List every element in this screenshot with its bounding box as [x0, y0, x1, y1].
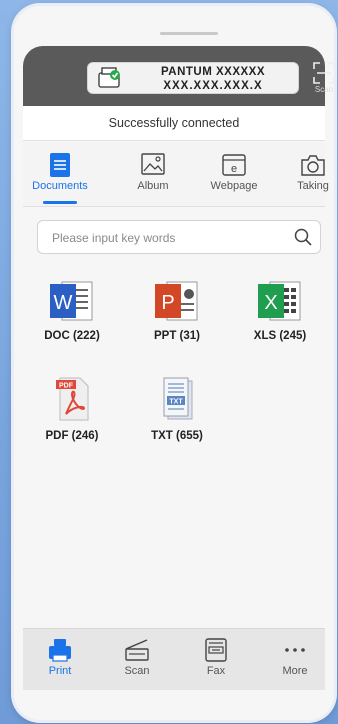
file-category-label: PDF (246) [45, 430, 99, 442]
image-icon [141, 153, 165, 175]
printer-selector[interactable]: PANTUM XXXXXX XXX.XXX.XXX.X [87, 62, 299, 94]
svg-text:P: P [161, 292, 174, 314]
file-category-label: DOC (222) [44, 330, 100, 342]
tab-webpage-label: Webpage [210, 180, 258, 192]
excel-icon: X [258, 281, 301, 321]
connection-status: Successfully connected [23, 106, 325, 141]
nav-more[interactable]: More [265, 637, 325, 677]
file-category-label: TXT (655) [151, 430, 203, 442]
word-doc-icon: W [50, 281, 93, 321]
svg-text:W: W [54, 292, 73, 314]
pdf-icon: PDF [56, 377, 89, 421]
search-box [37, 220, 321, 255]
printer-connected-icon [98, 67, 120, 88]
file-category-label: PPT (31) [153, 330, 200, 342]
document-icon [50, 153, 70, 177]
search-icon[interactable] [294, 228, 312, 246]
scan-frame-icon [313, 62, 334, 84]
nav-print-label: Print [48, 665, 72, 677]
active-tab-indicator [43, 201, 77, 204]
svg-text:e: e [231, 163, 237, 175]
tab-webpage[interactable]: e Webpage [200, 152, 268, 192]
file-category-pdf[interactable]: PDF PDF (246) [27, 374, 117, 442]
phone-speaker [160, 32, 218, 35]
nav-scan-label: Scan [124, 665, 150, 677]
svg-text:TXT: TXT [169, 399, 183, 406]
bottom-navigation: Print Scan Fax More [23, 628, 325, 691]
tab-taking-label: Taking [297, 180, 329, 192]
file-category-ppt[interactable]: P PPT (31) [132, 278, 222, 342]
svg-text:X: X [264, 292, 277, 314]
tab-taking[interactable]: Taking [279, 152, 334, 192]
powerpoint-icon: P [155, 281, 198, 321]
txt-file-icon: TXT [163, 377, 193, 420]
printer-ip: XXX.XXX.XXX.X [163, 80, 263, 92]
nav-more-label: More [282, 665, 308, 677]
source-tabs: Documents Album e Webpage Taking [23, 142, 329, 207]
phone-frame: PANTUM XXXXXX XXX.XXX.XXX.X Scan Success… [14, 6, 334, 720]
printer-icon [49, 639, 71, 662]
tab-documents[interactable]: Documents [26, 152, 94, 192]
scanner-icon [125, 639, 149, 661]
printer-header: PANTUM XXXXXX XXX.XXX.XXX.X Scan [23, 46, 334, 106]
scan-qr-button[interactable]: Scan [311, 62, 334, 98]
svg-text:PDF: PDF [59, 383, 74, 390]
search-input[interactable] [50, 221, 292, 255]
webpage-icon: e [222, 154, 246, 176]
phone-bottom-strip [23, 690, 325, 710]
nav-scan[interactable]: Scan [107, 637, 167, 677]
file-category-txt[interactable]: TXT TXT (655) [132, 374, 222, 442]
file-category-label: XLS (245) [253, 330, 307, 342]
file-category-doc[interactable]: W DOC (222) [27, 278, 117, 342]
nav-fax[interactable]: Fax [186, 637, 246, 677]
nav-print[interactable]: Print [30, 637, 90, 677]
camera-icon [301, 155, 325, 176]
scan-qr-label: Scan [314, 85, 334, 94]
nav-fax-label: Fax [206, 665, 226, 677]
tab-documents-label: Documents [32, 180, 88, 192]
printer-name: PANTUM XXXXXX [160, 66, 266, 78]
file-category-xls[interactable]: X XLS (245) [235, 278, 325, 342]
fax-icon [205, 638, 227, 662]
tab-album-label: Album [137, 180, 169, 192]
tab-album[interactable]: Album [119, 152, 187, 192]
more-dots-icon [285, 648, 305, 652]
